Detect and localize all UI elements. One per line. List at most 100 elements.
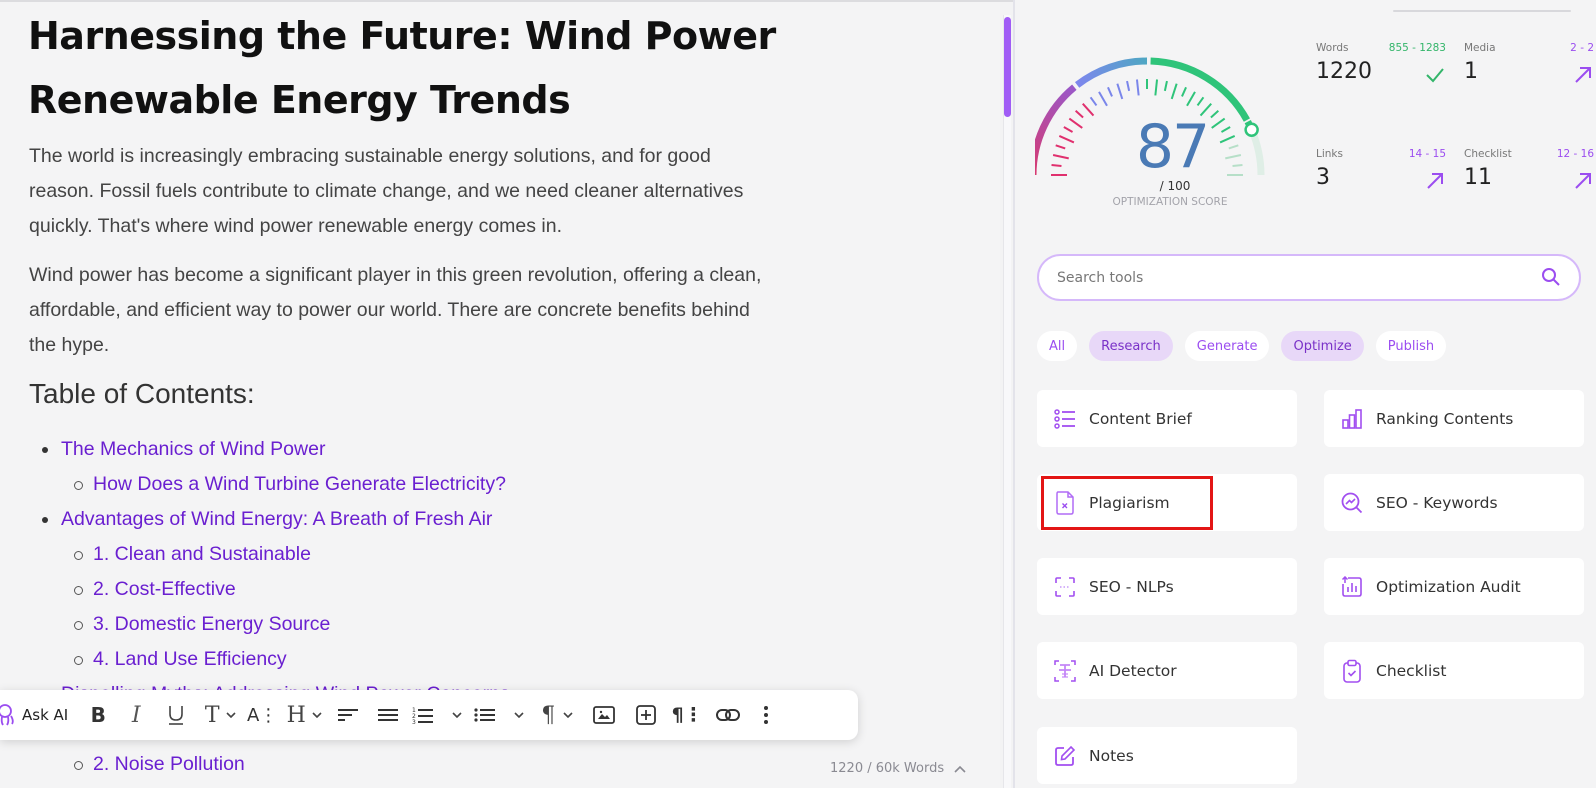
gauge-tick (1107, 86, 1113, 97)
score-label: OPTIMIZATION SCORE (1112, 196, 1228, 208)
gauge-tick (1068, 117, 1083, 129)
toc-link[interactable]: The Mechanics of Wind Power (0, 432, 510, 467)
paragraph-dropdown[interactable]: ¶ (532, 690, 582, 740)
toc-link[interactable]: Advantages of Wind Energy: A Breath of F… (0, 502, 510, 537)
gauge-tick (1082, 102, 1095, 117)
document-title[interactable]: Harnessing the Future: Wind Power Renewa… (28, 4, 788, 132)
gauge-tick (1163, 80, 1168, 92)
toc-link[interactable]: How Does a Wind Turbine Generate Electri… (0, 467, 510, 502)
filter-optimize[interactable]: Optimize (1281, 331, 1364, 361)
toc-link[interactable]: 1. Clean and Sustainable (0, 537, 510, 572)
heading-dropdown[interactable]: H (280, 690, 328, 740)
gauge-tick (1126, 80, 1131, 92)
panel-handle (1393, 10, 1571, 12)
check-icon (1426, 68, 1444, 83)
tool-seo-keywords[interactable]: SEO - Keywords (1324, 474, 1584, 531)
score-max: / 100 (1159, 179, 1191, 193)
gauge-tick (1232, 163, 1243, 168)
gauge-tick (1074, 110, 1084, 119)
tool-ai-detector[interactable]: AI Detector (1037, 642, 1297, 699)
font-size-button[interactable]: A⋮ (244, 690, 280, 740)
ask-ai-button[interactable]: Ask AI (0, 690, 80, 740)
filter-research[interactable]: Research (1089, 331, 1173, 361)
gauge-tick (1055, 144, 1066, 150)
align-left-button[interactable] (328, 690, 368, 740)
tool-checklist[interactable]: Checklist (1324, 642, 1584, 699)
ordered-list-icon: 123 (412, 707, 434, 724)
align-justify-icon (378, 709, 399, 721)
tool-notes[interactable]: Notes (1037, 727, 1297, 784)
score-value: 87 (1135, 112, 1210, 182)
tool-plagiarism[interactable]: Plagiarism (1037, 474, 1297, 531)
more-options-button[interactable] (748, 690, 784, 740)
more-vertical-icon (764, 706, 769, 724)
filter-publish[interactable]: Publish (1375, 331, 1447, 361)
bullet-list-dropdown[interactable] (466, 690, 532, 740)
list-icon (1053, 407, 1077, 431)
clipboard-check-icon (1340, 659, 1364, 683)
bold-button[interactable]: B (80, 690, 116, 740)
chevron-down-icon (514, 712, 524, 718)
trend-search-icon (1340, 491, 1364, 515)
toc-link[interactable]: 2. Noise Pollution (0, 747, 510, 782)
ordered-list-dropdown[interactable]: 123 (408, 690, 466, 740)
paragraph[interactable]: The world is increasingly embracing sust… (29, 139, 769, 244)
italic-button[interactable]: I (116, 690, 156, 740)
gauge-knob (1244, 122, 1259, 137)
tool-seo-nlps[interactable]: SEO - NLPs (1037, 558, 1297, 615)
gauge-tick (1089, 96, 1098, 107)
align-justify-button[interactable] (368, 690, 408, 740)
tool-optimization-audit[interactable]: Optimization Audit (1324, 558, 1584, 615)
gauge-tick (1098, 91, 1108, 107)
metric-range: 855 - 1283 (1388, 42, 1446, 54)
toc-link[interactable]: 3. Domestic Energy Source (0, 607, 510, 642)
tool-ranking-contents[interactable]: Ranking Contents (1324, 390, 1584, 447)
insert-block-button[interactable] (626, 690, 666, 740)
word-count-toggle[interactable]: 1220 / 60k Words (830, 761, 966, 776)
underline-icon (169, 706, 184, 725)
insert-image-button[interactable] (582, 690, 626, 740)
scan-icon (1053, 575, 1077, 599)
metric-value: 3 (1316, 165, 1330, 190)
chevron-up-icon (954, 765, 966, 773)
filter-generate[interactable]: Generate (1184, 331, 1270, 361)
search-tools-input[interactable] (1057, 256, 1527, 299)
metric-label: Links (1316, 148, 1343, 160)
octopus-icon (0, 704, 14, 726)
metric-range: 12 - 16 (1556, 148, 1594, 160)
toc-link[interactable]: 2. Cost-Effective (0, 572, 510, 607)
metric-label: Media (1464, 42, 1496, 54)
gauge-tick (1196, 96, 1205, 107)
tool-label: SEO - Keywords (1376, 493, 1498, 512)
tool-label: Checklist (1376, 661, 1447, 680)
insert-link-button[interactable] (708, 690, 748, 740)
paragraph-format-button[interactable]: ¶⋮ (666, 690, 708, 740)
editor-scrollbar-thumb[interactable] (1004, 17, 1011, 117)
audit-chart-icon (1340, 575, 1364, 599)
metric-label: Words (1316, 42, 1349, 54)
toc-link[interactable]: 4. Land Use Efficiency (0, 642, 510, 677)
gauge-tick (1058, 135, 1075, 144)
tool-label: AI Detector (1089, 661, 1177, 680)
metric-label: Checklist (1464, 148, 1512, 160)
editor-scrollbar-track[interactable] (1003, 15, 1011, 788)
tool-label: Notes (1089, 746, 1134, 765)
gauge-tick (1116, 83, 1124, 100)
gauge-tick (1186, 91, 1196, 107)
text-style-icon: T (204, 702, 220, 728)
underline-button[interactable] (156, 690, 196, 740)
file-x-icon (1053, 490, 1077, 515)
tool-content-brief[interactable]: Content Brief (1037, 390, 1297, 447)
metric-range: 2 - 2 (1570, 42, 1594, 54)
filter-all[interactable]: All (1037, 331, 1078, 361)
paragraph[interactable]: Wind power has become a significant play… (29, 258, 769, 363)
editor-pane[interactable]: Harnessing the Future: Wind Power Renewa… (0, 2, 1000, 788)
font-size-icon: A⋮ (247, 704, 278, 726)
plus-box-icon (636, 705, 657, 725)
search-tools-field[interactable] (1037, 254, 1581, 301)
metric-value: 11 (1464, 165, 1492, 190)
gauge-tick (1135, 79, 1140, 96)
text-style-dropdown[interactable]: T (196, 690, 244, 740)
gauge-tick (1051, 163, 1062, 168)
search-icon[interactable] (1541, 267, 1561, 287)
